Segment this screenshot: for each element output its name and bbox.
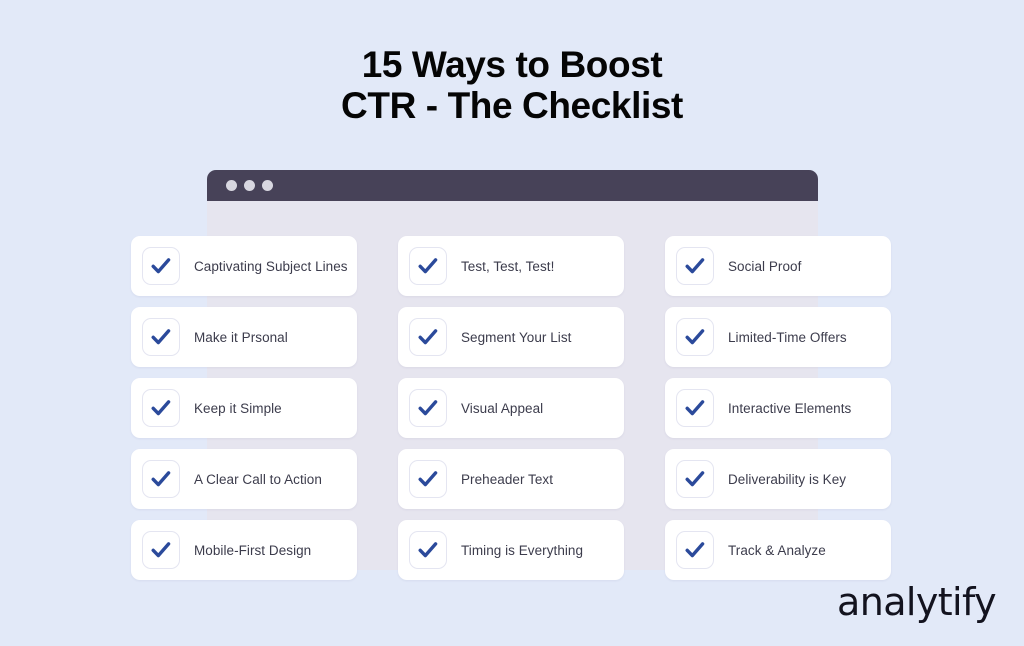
checklist-item-label: Keep it Simple (194, 400, 282, 416)
checklist-item-label: Preheader Text (461, 471, 554, 487)
page-title: 15 Ways to Boost CTR - The Checklist (0, 44, 1024, 126)
checklist-item-label: Mobile-First Design (194, 542, 312, 558)
checkbox-checked-icon[interactable] (142, 247, 180, 285)
checkbox-checked-icon[interactable] (409, 460, 447, 498)
browser-titlebar (207, 170, 818, 201)
checklist-item-label: Deliverability is Key (728, 471, 847, 487)
checkbox-checked-icon[interactable] (676, 247, 714, 285)
checklist-item-label: Timing is Everything (461, 542, 584, 558)
checklist-item[interactable]: Test, Test, Test! (398, 236, 624, 296)
checklist-item[interactable]: Keep it Simple (131, 378, 357, 438)
checklist-item-label: Make it Prsonal (194, 329, 288, 345)
checklist-item[interactable]: Deliverability is Key (665, 449, 891, 509)
checkbox-checked-icon[interactable] (676, 531, 714, 569)
checklist-item[interactable]: Visual Appeal (398, 378, 624, 438)
checkbox-checked-icon[interactable] (409, 247, 447, 285)
checkbox-checked-icon[interactable] (409, 389, 447, 427)
checkbox-checked-icon[interactable] (676, 389, 714, 427)
checklist-item[interactable]: Track & Analyze (665, 520, 891, 580)
checkbox-checked-icon[interactable] (409, 318, 447, 356)
window-minimize-dot-icon (244, 180, 255, 191)
checklist-item-label: Test, Test, Test! (461, 258, 555, 274)
checklist-item-label: Captivating Subject Lines (194, 258, 348, 274)
page-title-line-2: CTR - The Checklist (341, 85, 683, 126)
checkbox-checked-icon[interactable] (142, 389, 180, 427)
checklist-item-label: Visual Appeal (461, 400, 544, 416)
checklist-item-label: Social Proof (728, 258, 802, 274)
checklist-item[interactable]: A Clear Call to Action (131, 449, 357, 509)
checklist-item[interactable]: Make it Prsonal (131, 307, 357, 367)
checklist-item-label: Interactive Elements (728, 400, 852, 416)
checklist-item[interactable]: Social Proof (665, 236, 891, 296)
checklist-item-label: A Clear Call to Action (194, 471, 322, 487)
checkbox-checked-icon[interactable] (409, 531, 447, 569)
checklist-item[interactable]: Interactive Elements (665, 378, 891, 438)
checkbox-checked-icon[interactable] (676, 318, 714, 356)
checklist-item-label: Segment Your List (461, 329, 572, 345)
checkbox-checked-icon[interactable] (142, 460, 180, 498)
page-title-line-1: 15 Ways to Boost (361, 44, 663, 85)
checkbox-checked-icon[interactable] (142, 531, 180, 569)
checklist-item[interactable]: Limited-Time Offers (665, 307, 891, 367)
checklist-item[interactable]: Captivating Subject Lines (131, 236, 357, 296)
checklist-item[interactable]: Mobile-First Design (131, 520, 357, 580)
checklist-item-label: Limited-Time Offers (728, 329, 847, 345)
checklist-item-label: Track & Analyze (728, 542, 826, 558)
checklist-grid: Captivating Subject Lines Test, Test, Tes… (131, 236, 893, 580)
window-maximize-dot-icon (262, 180, 273, 191)
checklist-item[interactable]: Segment Your List (398, 307, 624, 367)
window-close-dot-icon (226, 180, 237, 191)
checkbox-checked-icon[interactable] (142, 318, 180, 356)
checklist-item[interactable]: Preheader Text (398, 449, 624, 509)
checkbox-checked-icon[interactable] (676, 460, 714, 498)
checklist-item[interactable]: Timing is Everything (398, 520, 624, 580)
analytify-logo: analytify (837, 580, 997, 624)
